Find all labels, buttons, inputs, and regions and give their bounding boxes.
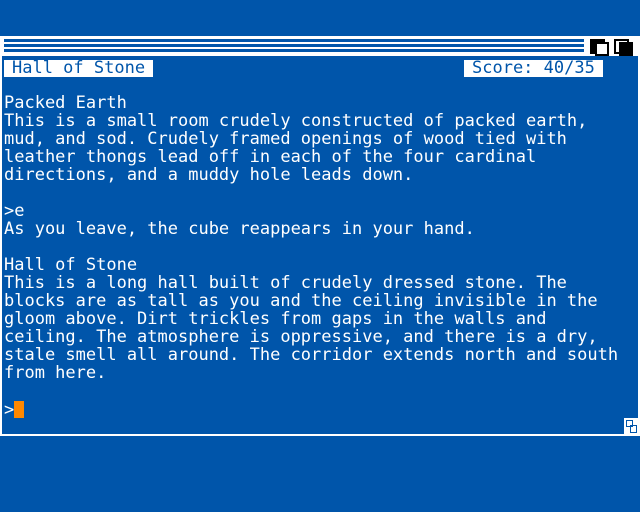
transcript-line: This is a long hall built of crudely dre… <box>4 273 567 293</box>
transcript: Packed Earth This is a small room crudely… <box>4 94 624 382</box>
transcript-line: mud, and sod. Crudely framed openings of… <box>4 129 567 149</box>
transcript-line: >e <box>4 201 25 221</box>
transcript-line: Hall of Stone <box>4 255 138 275</box>
transcript-line: As you leave, the cube reappears in your… <box>4 219 475 239</box>
transcript-line: blocks are as tall as you and the ceilin… <box>4 291 598 311</box>
transcript-line: from here. <box>4 363 107 383</box>
transcript-line <box>4 238 624 256</box>
transcript-line: Packed Earth <box>4 93 127 113</box>
transcript-line: This is a small room crudely constructed… <box>4 111 588 131</box>
resize-gadget-icon[interactable] <box>624 418 638 434</box>
transcript-line: leather thongs lead off in each of the f… <box>4 147 537 167</box>
text-cursor[interactable] <box>14 401 25 418</box>
location-label: Hall of Stone <box>4 60 154 77</box>
transcript-line: directions, and a muddy hole leads down. <box>4 165 414 185</box>
transcript-line: gloom above. Dirt trickles from gaps in … <box>4 309 547 329</box>
transcript-line: ceiling. The atmosphere is oppressive, a… <box>4 327 598 347</box>
status-bar: Hall of Stone Score: 40/35 <box>2 58 638 78</box>
prompt-symbol: > <box>4 400 15 420</box>
transcript-line <box>4 184 624 202</box>
score-label: Score: 40/35 <box>464 60 603 77</box>
transcript-line: stale smell all around. The corridor ext… <box>4 345 619 365</box>
command-prompt[interactable]: > <box>4 400 25 420</box>
